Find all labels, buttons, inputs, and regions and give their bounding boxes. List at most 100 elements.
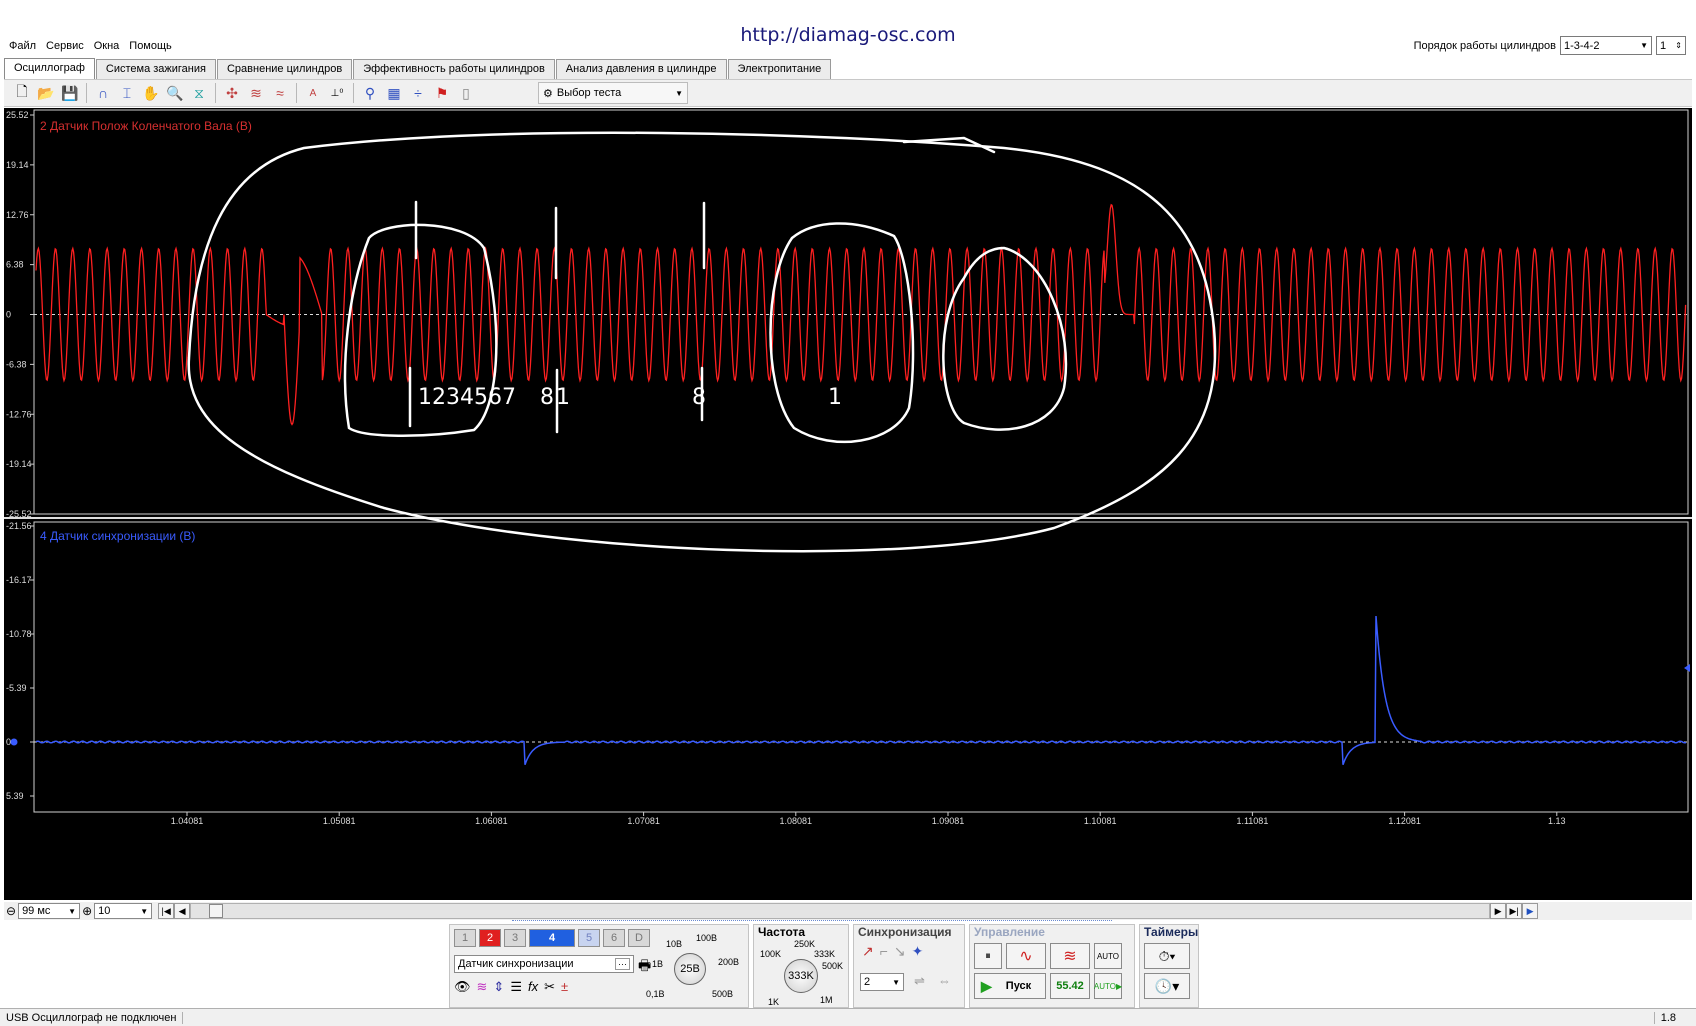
zoom-select[interactable]: 10 ▼	[94, 903, 153, 919]
tab-oscilloscope[interactable]: Осциллограф	[4, 58, 95, 79]
save-icon[interactable]: 💾	[58, 82, 82, 104]
menu-service[interactable]: Сервис	[45, 40, 85, 56]
frequency-knob[interactable]: 250K 100K 333K 500K 1K 1M 333K	[754, 939, 850, 1009]
next-icon[interactable]: ▶	[1490, 903, 1507, 919]
pause-button[interactable]: ⏸	[974, 943, 1002, 969]
zoom-icon[interactable]: 🔍	[163, 82, 187, 104]
function-icon[interactable]: fx	[528, 979, 538, 995]
menu-file[interactable]: Файл	[8, 40, 37, 56]
menu-windows[interactable]: Окна	[93, 40, 121, 56]
tab-cylinder-comparison[interactable]: Сравнение цилиндров	[216, 59, 353, 79]
oscilloscope-display[interactable]: 25.52 19.14 12.76 6.38 0 -6.38 -12.76 -19.14 -25…	[4, 108, 1692, 900]
flag-icon[interactable]: ⚑	[430, 82, 454, 104]
wave-compare-icon[interactable]: ≈	[268, 82, 292, 104]
y-tick-label: -16.17	[6, 575, 32, 585]
auto-button[interactable]: AUTO	[1094, 943, 1122, 969]
tools-icon[interactable]: ✂	[544, 979, 555, 995]
go-start-icon[interactable]: |◀	[158, 903, 175, 919]
cylinder-order-select[interactable]: 1-3-4-2 ▼	[1560, 36, 1652, 55]
tab-power-supply[interactable]: Электропитание	[727, 59, 832, 79]
x-tick-label: 1.05081	[323, 816, 356, 826]
auto-play-icon: AUTO▶	[1093, 981, 1123, 991]
timer-stop-button[interactable]: 🕓▾	[1144, 973, 1190, 999]
grid-icon[interactable]: ▦	[382, 82, 406, 104]
annotation-mark: 5	[474, 385, 488, 410]
sync-level-icon[interactable]: ⇌	[914, 973, 925, 989]
control-panel: 1 2 3 4 5 6 D Датчик синхронизации ··· 🖶…	[449, 924, 1243, 1008]
channel-4-button[interactable]: 4	[529, 929, 575, 947]
toolbar: 🗋 📂 💾 ∩ ⌶ ✋ 🔍 ⧖ ✣ ≋ ≈ A ⊥⁰ ⚲ ▦ ÷ ⚑ ▯ ⚙ В…	[4, 79, 1692, 107]
timer-start-button[interactable]: ⏱▾	[1144, 943, 1190, 969]
offset-icon[interactable]: ±	[561, 979, 568, 995]
sync-channel-select[interactable]: 2 ▼	[860, 973, 904, 991]
prev-icon[interactable]: ◀	[174, 903, 191, 919]
play-icon[interactable]: ▶	[1522, 903, 1539, 919]
tab-ignition-system[interactable]: Система зажигания	[95, 59, 216, 79]
trigger-icon[interactable]: ⚲	[358, 82, 382, 104]
menu-help[interactable]: Помощь	[128, 40, 173, 56]
hand-icon[interactable]: ✋	[139, 82, 163, 104]
start-button[interactable]: ▶ Пуск	[974, 973, 1046, 999]
annotation-mark: 8	[540, 385, 554, 410]
new-file-icon[interactable]: 🗋	[10, 82, 34, 104]
zoom-out-icon[interactable]: ⊖	[6, 904, 16, 918]
gear-icon: ⚙	[543, 87, 553, 100]
frequency-mark: 1M	[820, 995, 833, 1005]
control-section: Управление ⏸ ∿ ≋ AUTO ▶ Пуск 55.42 AUTO▶	[969, 924, 1135, 1008]
split-icon[interactable]: ÷	[406, 82, 430, 104]
zoom-in-icon[interactable]: ⊕	[82, 904, 92, 918]
timers-title: Таймеры	[1144, 925, 1199, 939]
channel-6-button[interactable]: 6	[603, 929, 625, 947]
voltage-mark: 0,1В	[646, 989, 665, 999]
edge-down-icon[interactable]: ↘	[894, 943, 906, 960]
sync-position-icon[interactable]: ⇔	[938, 973, 951, 988]
sine-button[interactable]: ∿	[1006, 943, 1046, 969]
tab-cylinder-pressure[interactable]: Анализ давления в цилиндре	[555, 59, 727, 79]
stopwatch-icon: ⏱▾	[1158, 947, 1176, 964]
scale-icon[interactable]: ⇕	[493, 979, 504, 995]
auto-icon[interactable]: A	[301, 82, 325, 104]
eye-icon[interactable]: 👁	[454, 979, 471, 995]
tab-cylinder-efficiency[interactable]: Эффективность работы цилиндров	[353, 59, 555, 79]
annotation-mark: 2	[432, 385, 446, 410]
falling-edge-icon[interactable]: ⌐	[880, 943, 888, 960]
cylinder-order-label: Порядок работы цилиндров	[1413, 39, 1556, 52]
channel-1-button[interactable]: 1	[454, 929, 476, 947]
wave-icon[interactable]: ≋	[477, 979, 488, 995]
annotation-mark: 6	[488, 385, 502, 410]
sensor-select[interactable]: Датчик синхронизации ···	[454, 955, 634, 973]
go-end-icon[interactable]: ▶|	[1506, 903, 1523, 919]
open-folder-icon[interactable]: 📂	[34, 82, 58, 104]
panel-splitter[interactable]	[512, 920, 1112, 924]
y-tick-label: 19.14	[6, 160, 29, 170]
auto-play-button[interactable]: AUTO▶	[1094, 973, 1122, 999]
start-label: Пуск	[1005, 980, 1032, 992]
time-per-div-select[interactable]: 99 мс ▼	[18, 903, 81, 919]
test-select[interactable]: ⚙ Выбор теста ▼	[538, 82, 688, 104]
auto-edge-icon[interactable]: ✦	[912, 943, 924, 960]
noise-button[interactable]: ≋	[1050, 943, 1090, 969]
channel-d-button[interactable]: D	[628, 929, 650, 947]
filter-icon[interactable]: ⧖	[187, 82, 211, 104]
status-message: USB Осциллограф не подключен	[0, 1011, 184, 1024]
cursor-icon[interactable]: ⌶	[115, 82, 139, 104]
channel-2-button[interactable]: 2	[479, 929, 501, 947]
channel-3-button[interactable]: 3	[504, 929, 526, 947]
x-tick-label: 1.08081	[780, 816, 813, 826]
scroll-thumb[interactable]	[209, 904, 224, 918]
noise-wave-icon: ≋	[1063, 948, 1077, 965]
scroll-track[interactable]	[190, 903, 1491, 919]
cylinder-count-stepper[interactable]: 1 ⇕	[1656, 36, 1686, 55]
page-icon[interactable]: ▯	[454, 82, 478, 104]
probe-icon[interactable]: 🖶	[638, 955, 651, 979]
pause-icon: ⏸	[985, 949, 991, 962]
voltage-knob[interactable]: 10В 100В 1В 200В 0,1В 500В 25В	[646, 931, 748, 1007]
measure-icon[interactable]: ✣	[220, 82, 244, 104]
offset-icon[interactable]: ⊥⁰	[325, 82, 349, 104]
rising-edge-icon[interactable]: ↗	[862, 943, 874, 960]
signal-icon[interactable]: ∩	[91, 82, 115, 104]
channel-5-button[interactable]: 5	[578, 929, 600, 947]
wave-icon[interactable]: ≋	[244, 82, 268, 104]
annotation-mark: 7	[502, 385, 516, 410]
lines-icon[interactable]: ☰	[510, 979, 522, 995]
